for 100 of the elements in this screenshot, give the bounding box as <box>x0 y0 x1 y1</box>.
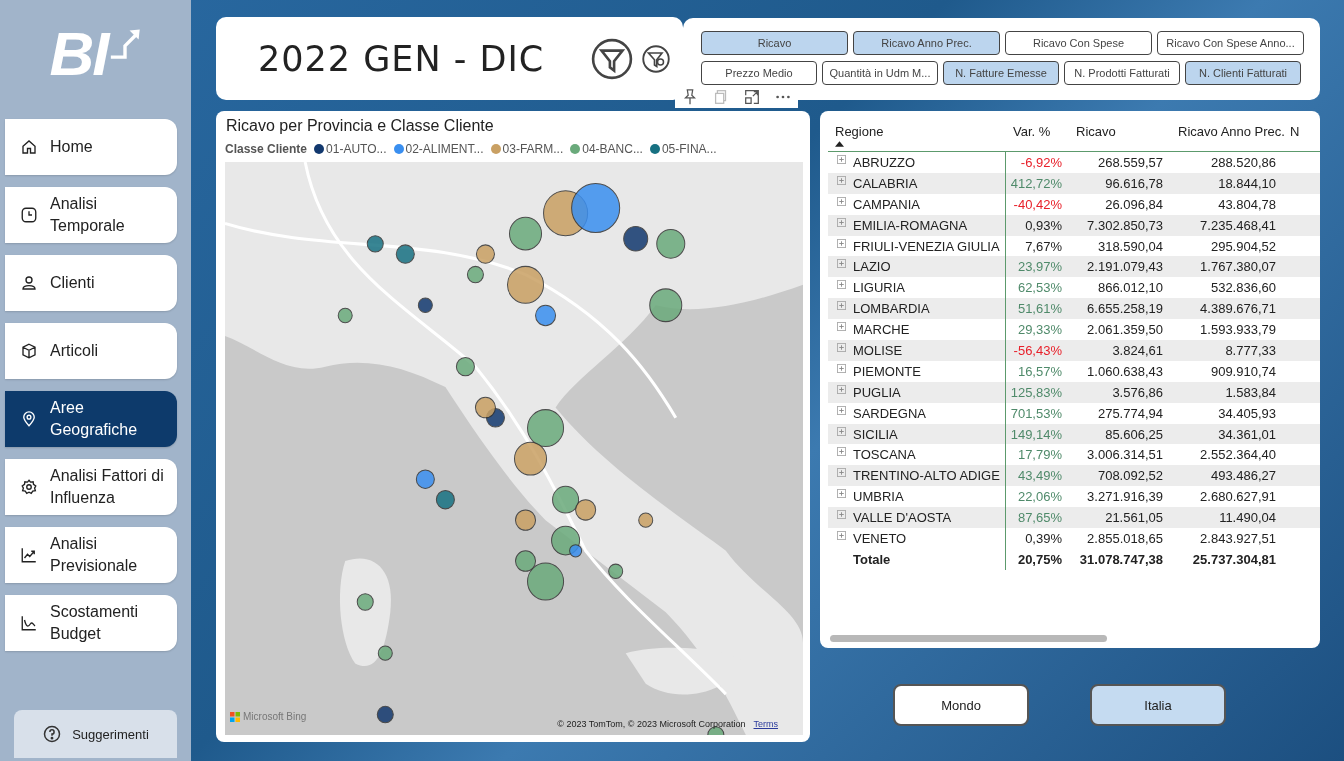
legend-label: 05-FINA... <box>661 142 717 156</box>
region-cell-text: ABRUZZO <box>853 154 917 170</box>
table-cell-text: 268.559,57 <box>1096 154 1164 170</box>
region-cell-text: SARDEGNA <box>853 405 927 421</box>
region-cell-text: UMBRIA <box>853 489 905 505</box>
question-icon <box>42 724 63 744</box>
table-cell-text: 21.561,05 <box>1104 510 1164 526</box>
measure-button[interactable]: N. Clienti Fatturati <box>1185 61 1301 85</box>
region-cell-text: VENETO <box>853 530 908 546</box>
scope-button[interactable]: Italia <box>1090 684 1226 726</box>
region-cell-text: FRIULI-VENEZIA GIULIA <box>853 238 1001 254</box>
column-header[interactable]: Ricavo Anno Prec. <box>1168 121 1290 151</box>
pin-icon[interactable] <box>681 88 699 106</box>
variance-cell: -6,92% <box>1005 152 1066 173</box>
variance-cell: 16,57% <box>1005 360 1066 382</box>
table-cell-text: 26.096,84 <box>1104 196 1164 212</box>
variance-cell: 149,14% <box>1005 423 1066 445</box>
person-icon <box>20 274 38 292</box>
variance-cell: 87,65% <box>1005 507 1066 529</box>
table-cell-text: 866.012,10 <box>1096 280 1164 296</box>
report-title: 2022 GEN - DIC <box>258 38 546 79</box>
table-cell-text: 2.855.018,65 <box>1086 530 1164 546</box>
nav-item[interactable]: Analisi Temporale <box>5 187 177 243</box>
legend-label: 04-BANC... <box>582 142 643 156</box>
trend-chart-icon <box>20 546 38 564</box>
measure-button[interactable]: Ricavo <box>701 31 848 55</box>
variance-cell: -40,42% <box>1005 193 1066 215</box>
terms-link[interactable]: Terms <box>753 719 778 729</box>
table-cell-text: 4.389.676,71 <box>1199 301 1277 317</box>
filter-icon[interactable] <box>591 37 633 80</box>
measure-button[interactable]: Ricavo Anno Prec. <box>853 31 1000 55</box>
table-cell-text: 34.405,93 <box>1217 405 1277 421</box>
measure-button[interactable]: N. Prodotti Fatturati <box>1064 61 1180 85</box>
table-cell-text: 18.844,10 <box>1217 175 1277 191</box>
table-cell-text: 96.616,78 <box>1104 175 1164 191</box>
table-cell-text: 3.576,86 <box>1111 384 1164 400</box>
nav-item[interactable]: Home <box>5 119 177 175</box>
variance-cell: 125,83% <box>1005 381 1066 403</box>
table-cell-text: 11.490,04 <box>1218 510 1277 526</box>
variance-cell: 51,61% <box>1005 298 1066 320</box>
total-cell: 20,75% <box>1005 548 1066 570</box>
column-header[interactable]: Ricavo <box>1066 121 1168 151</box>
nav-item[interactable]: Scostamenti Budget <box>5 595 177 651</box>
map-title: Ricavo per Provincia e Classe Cliente <box>226 117 495 135</box>
region-cell-text: PIEMONTE <box>853 363 922 379</box>
region-cell-text: LAZIO <box>853 259 892 275</box>
table-cell-text: 2.680.627,91 <box>1199 489 1277 505</box>
table-cell-text: 3.824,61 <box>1111 342 1164 358</box>
variance-cell: 43,49% <box>1005 465 1066 487</box>
total-cell-text: 31.078.747,38 <box>1078 551 1164 567</box>
nav-item[interactable]: Clienti <box>5 255 177 311</box>
legend-title: Classe Cliente <box>225 142 308 156</box>
legend-label: 01-AUTO... <box>326 142 387 156</box>
column-header[interactable]: N <box>1290 121 1320 151</box>
table-cell-text: 43.804,78 <box>1217 196 1277 212</box>
table-cell-text: 7.235.468,41 <box>1199 217 1277 233</box>
region-cell-text: VALLE D'AOSTA <box>853 510 953 526</box>
table-cell-text: 275.774,94 <box>1096 405 1164 421</box>
measure-button[interactable]: N. Fatture Emesse <box>943 61 1059 85</box>
map-attribution: © 2023 TomTom, © 2023 Microsoft Corporation <box>557 719 746 729</box>
clock-icon <box>20 206 38 224</box>
region-cell-text: SICILIA <box>853 426 899 442</box>
expand-icon[interactable] <box>743 88 761 106</box>
table-cell-text: 288.520,86 <box>1209 154 1277 170</box>
nav-item[interactable]: Analisi Fattori di Influenza <box>5 459 177 515</box>
table-cell-text: 1.583,84 <box>1224 384 1277 400</box>
table-cell-text: 318.590,04 <box>1096 238 1164 254</box>
nav-item[interactable]: Analisi Previsionale <box>5 527 177 583</box>
measure-button[interactable]: Prezzo Medio <box>701 61 817 85</box>
table-cell-text: 85.606,25 <box>1104 426 1164 442</box>
table-cell-text: 493.486,27 <box>1209 468 1277 484</box>
filter-clear-icon[interactable] <box>641 43 671 74</box>
windows-logo-icon <box>230 711 240 722</box>
scrollbar[interactable] <box>830 635 1107 642</box>
measure-button[interactable]: Quantità in Udm M... <box>822 61 938 85</box>
variance-cell: 0,93% <box>1005 214 1066 236</box>
table-cell-text: 7.302.850,73 <box>1086 217 1164 233</box>
measure-button[interactable]: Ricavo Con Spese Anno... <box>1157 31 1304 55</box>
table-cell-text: 2.552.364,40 <box>1199 447 1277 463</box>
column-header[interactable]: Var. % <box>1005 121 1066 151</box>
region-cell-text: CALABRIA <box>853 175 919 191</box>
region-cell-text: MARCHE <box>853 322 911 338</box>
nav-item[interactable]: Articoli <box>5 323 177 379</box>
table-cell-text: 34.361,01 <box>1217 426 1277 442</box>
box-icon <box>20 342 38 360</box>
table-cell-text: 8.777,33 <box>1224 342 1277 358</box>
nav-item[interactable]: Aree Geografiche <box>5 391 177 447</box>
logo: BI <box>0 0 191 107</box>
location-pin-icon <box>20 410 38 428</box>
region-cell-text: LOMBARDIA <box>853 301 931 317</box>
table-cell-text: 708.092,52 <box>1096 468 1164 484</box>
gear-icon <box>20 478 38 496</box>
scope-button[interactable]: Mondo <box>893 684 1029 726</box>
table-cell-text: 532.836,60 <box>1209 280 1277 296</box>
column-header[interactable]: Regione <box>835 124 1005 139</box>
help-button[interactable]: Suggerimenti <box>14 710 177 758</box>
measure-button[interactable]: Ricavo Con Spese <box>1005 31 1152 55</box>
region-cell-text: TOSCANA <box>853 447 917 463</box>
provider-label: Microsoft Bing <box>243 711 307 722</box>
region-cell-text: CAMPANIA <box>853 196 921 212</box>
